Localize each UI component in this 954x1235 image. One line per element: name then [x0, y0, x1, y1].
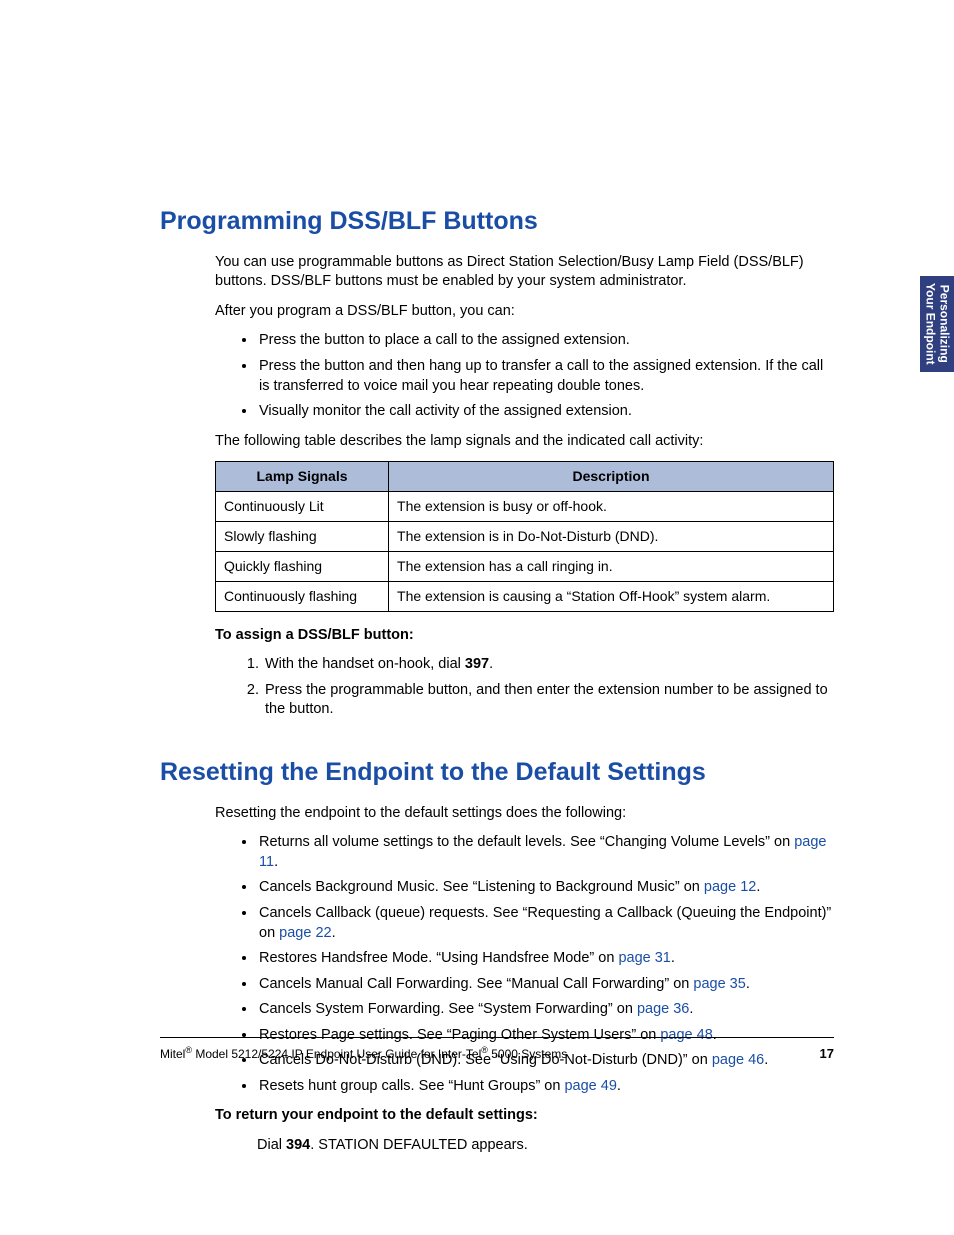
return-action: Dial 394. STATION DEFAULTED appears. [257, 1136, 834, 1156]
page-link[interactable]: page 36 [637, 1001, 689, 1017]
list-item: Restores Handsfree Mode. “Using Handsfre… [257, 949, 834, 969]
heading-programming-dss-blf: Programming DSS/BLF Buttons [160, 205, 834, 239]
table-row: Slowly flashing The extension is in Do-N… [216, 522, 834, 552]
table-cell: The extension is busy or off-hook. [389, 492, 834, 522]
list-item: With the handset on-hook, dial 397. [263, 655, 834, 675]
paragraph: The following table describes the lamp s… [215, 432, 834, 452]
table-header: Lamp Signals [216, 462, 389, 492]
step-text: With the handset on-hook, dial [265, 656, 465, 672]
page-link[interactable]: page 22 [279, 925, 331, 941]
paragraph: After you program a DSS/BLF button, you … [215, 302, 834, 322]
table-row: Continuously Lit The extension is busy o… [216, 492, 834, 522]
table-cell: Continuously Lit [216, 492, 389, 522]
footer-source: Mitel® Model 5212/5224 IP Endpoint User … [160, 1044, 567, 1062]
procedure-heading: To return your endpoint to the default s… [215, 1106, 834, 1126]
page-link[interactable]: page 35 [693, 976, 745, 992]
page-link[interactable]: page 49 [564, 1078, 616, 1094]
page-footer: Mitel® Model 5212/5224 IP Endpoint User … [160, 1037, 834, 1063]
procedure-heading: To assign a DSS/BLF button: [215, 626, 834, 646]
list-item: Press the programmable button, and then … [263, 681, 834, 720]
list-item: Resets hunt group calls. See “Hunt Group… [257, 1077, 834, 1097]
page-number: 17 [820, 1045, 834, 1063]
list-item: Press the button and then hang up to tra… [257, 357, 834, 396]
table-cell: Quickly flashing [216, 551, 389, 581]
table-row: Continuously flashing The extension is c… [216, 581, 834, 611]
list-item: Cancels Callback (queue) requests. See “… [257, 904, 834, 943]
paragraph: You can use programmable buttons as Dire… [215, 253, 834, 292]
intro-bullet-list: Press the button to place a call to the … [215, 331, 834, 421]
heading-resetting-endpoint: Resetting the Endpoint to the Default Se… [160, 756, 834, 790]
table-cell: Slowly flashing [216, 522, 389, 552]
table-cell: The extension has a call ringing in. [389, 551, 834, 581]
list-item: Returns all volume settings to the defau… [257, 833, 834, 872]
page-link[interactable]: page 12 [704, 879, 756, 895]
dial-code: 397 [465, 656, 489, 672]
page-link[interactable]: page 31 [618, 950, 670, 966]
dial-code: 394 [286, 1137, 310, 1153]
lamp-signals-table: Lamp Signals Description Continuously Li… [215, 461, 834, 611]
assign-steps: With the handset on-hook, dial 397. Pres… [215, 655, 834, 720]
table-cell: The extension is in Do-Not-Disturb (DND)… [389, 522, 834, 552]
table-cell: The extension is causing a “Station Off-… [389, 581, 834, 611]
list-item: Visually monitor the call activity of th… [257, 402, 834, 422]
paragraph: Resetting the endpoint to the default se… [215, 804, 834, 824]
list-item: Cancels Background Music. See “Listening… [257, 878, 834, 898]
table-header: Description [389, 462, 834, 492]
step-text: . [489, 656, 493, 672]
list-item: Cancels System Forwarding. See “System F… [257, 1000, 834, 1020]
list-item: Press the button to place a call to the … [257, 331, 834, 351]
list-item: Cancels Manual Call Forwarding. See “Man… [257, 975, 834, 995]
table-cell: Continuously flashing [216, 581, 389, 611]
table-row: Quickly flashing The extension has a cal… [216, 551, 834, 581]
